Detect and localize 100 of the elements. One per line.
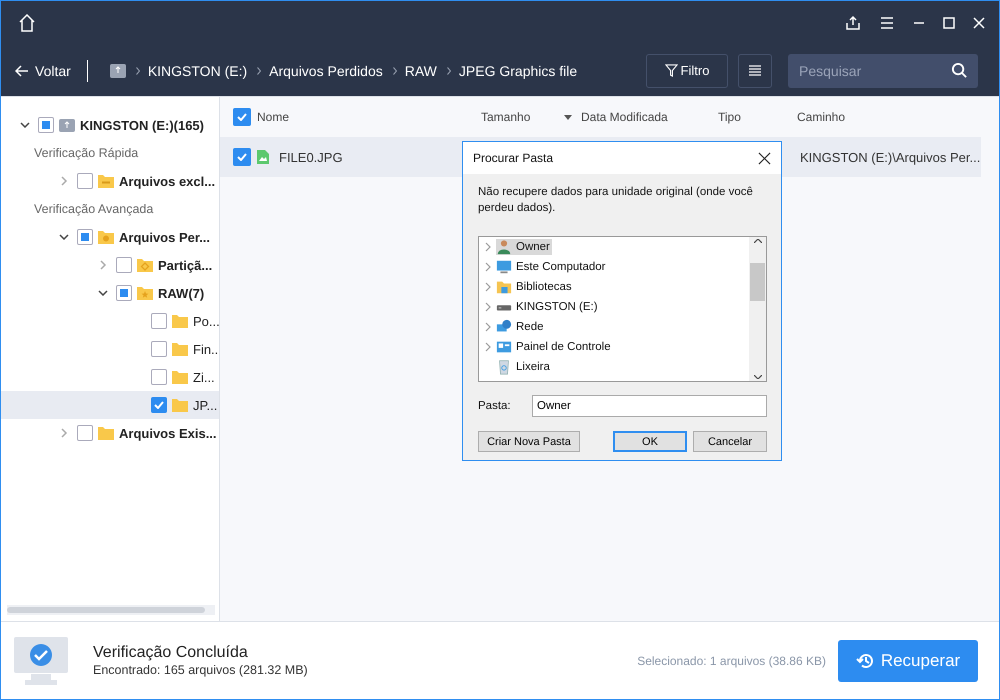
scroll-up-icon[interactable] [754,239,762,243]
tree-label: Po... [193,314,219,328]
chevron-right-icon [446,66,451,74]
tree-item[interactable]: Arquivos Exis... [1,419,219,447]
tree-item[interactable]: Po... [1,307,219,335]
checkbox[interactable] [151,313,167,329]
list-icon [749,65,761,76]
folder-icon [172,314,188,328]
tree-label: Arquivos Per... [119,230,210,244]
chevron-right-icon[interactable] [485,242,491,252]
horizontal-scrollbar[interactable] [7,605,215,615]
tree-item[interactable]: JP... [1,391,219,419]
dialog-title: Procurar Pasta [473,151,554,165]
search-icon[interactable] [951,62,968,78]
checkbox[interactable] [116,285,132,301]
tree-item[interactable]: Zi... [1,363,219,391]
folder-item[interactable]: Lixeira [496,359,552,375]
scroll-thumb[interactable] [750,263,765,301]
search-field[interactable]: Pesquisar [788,54,978,88]
section-label: Verificação Rápida [33,145,140,162]
maximize-icon[interactable] [943,17,955,29]
home-icon[interactable] [19,14,35,32]
column-header[interactable]: Caminho [797,110,999,124]
chevron-right-icon[interactable] [485,322,491,332]
chevron-right-icon[interactable] [485,302,491,312]
file-name: FILE0.JPG [279,150,343,164]
person-icon [496,239,512,255]
monitor-check-icon [13,636,69,686]
column-header[interactable]: Data Modificada [581,110,718,124]
checkbox[interactable] [77,173,93,189]
folder-badge-icon [98,230,114,244]
folder-minus-icon [98,174,114,188]
breadcrumb-link[interactable]: KINGSTON (E:) [148,62,248,78]
column-header[interactable]: Tamanho [481,110,564,124]
checkbox[interactable] [151,397,167,413]
tree-label: Arquivos Exis... [119,426,217,440]
recycle-bin-icon [496,359,512,375]
minimize-icon[interactable] [913,22,925,24]
field-label: Pasta: [478,400,512,412]
scroll-down-icon[interactable] [754,375,762,379]
chevron-right-icon [257,66,262,74]
checkbox[interactable] [77,229,93,245]
status-title: Verificação Concluída [93,644,249,662]
close-icon[interactable] [758,152,771,164]
chevron-right-icon [136,66,140,74]
scroll-thumb[interactable] [7,607,205,613]
tree-item[interactable]: Arquivos excl... [1,167,219,195]
dialog-button[interactable]: Cancelar [693,431,767,452]
checkbox[interactable] [77,425,93,441]
folder-item[interactable]: Owner [496,239,552,255]
breadcrumb-link[interactable]: JPEG Graphics file [458,62,578,78]
folder-item[interactable]: Bibliotecas [496,279,574,295]
chevron-down-icon[interactable] [19,122,31,128]
checkmark-icon [237,113,247,121]
dialog-button[interactable]: OK [613,431,687,452]
folder-icon [98,426,114,440]
checkbox[interactable] [38,117,54,133]
dialog-button[interactable]: Criar Nova Pasta [478,431,580,452]
folder-icon [172,342,188,356]
checkbox[interactable] [151,369,167,385]
tree-item[interactable]: Fin... [1,335,219,363]
selection-summary: Selecionado: 1 arquivos (38.86 KB) [637,654,826,668]
filter-button[interactable]: Filtro [646,54,728,88]
tree-item[interactable]: Partiçã... [1,251,219,279]
tree-item[interactable]: Arquivos Per... [1,223,219,251]
breadcrumb-link[interactable]: Arquivos Perdidos [269,62,383,78]
folder-item[interactable]: Rede [496,319,546,335]
funnel-icon [664,64,678,77]
chevron-right-icon[interactable] [485,262,491,272]
folder-star-icon [137,286,153,300]
checkbox[interactable] [233,108,251,126]
table-cell: KINGSTON (E:)\Arquivos Per... [800,150,981,164]
folder-field[interactable]: Owner [532,395,767,417]
menu-icon[interactable] [879,15,895,31]
list-view-button[interactable] [738,54,772,88]
folder-item[interactable]: Painel de Controle [496,339,613,355]
chevron-right-icon[interactable] [485,282,491,292]
tree-label: Fin... [193,342,219,356]
control-panel-icon [496,339,512,355]
column-header[interactable]: Nome [257,110,481,124]
drive-icon [110,64,126,78]
checkbox[interactable] [116,257,132,273]
tree-item[interactable]: KINGSTON (E:)(165) [1,111,219,139]
breadcrumb-link[interactable]: RAW [404,62,437,78]
chevron-down-icon[interactable] [97,290,109,296]
vertical-scrollbar[interactable] [749,237,766,381]
column-header[interactable]: Tipo [718,110,797,124]
chevron-right-icon [392,66,397,74]
sort-caret-icon[interactable] [564,114,572,120]
folder-item[interactable]: KINGSTON (E:) [496,299,600,315]
tree-item[interactable]: RAW(7) [1,279,219,307]
tree-label: KINGSTON (E:)(165) [80,118,204,132]
share-icon[interactable] [845,15,861,31]
checkbox[interactable] [233,148,251,166]
chevron-down-icon[interactable] [58,234,70,240]
folder-icon [172,398,188,412]
back-button[interactable]: Voltar [15,62,71,78]
checkbox[interactable] [151,341,167,357]
chevron-right-icon[interactable] [485,342,491,352]
folder-item[interactable]: Este Computador [496,259,608,275]
